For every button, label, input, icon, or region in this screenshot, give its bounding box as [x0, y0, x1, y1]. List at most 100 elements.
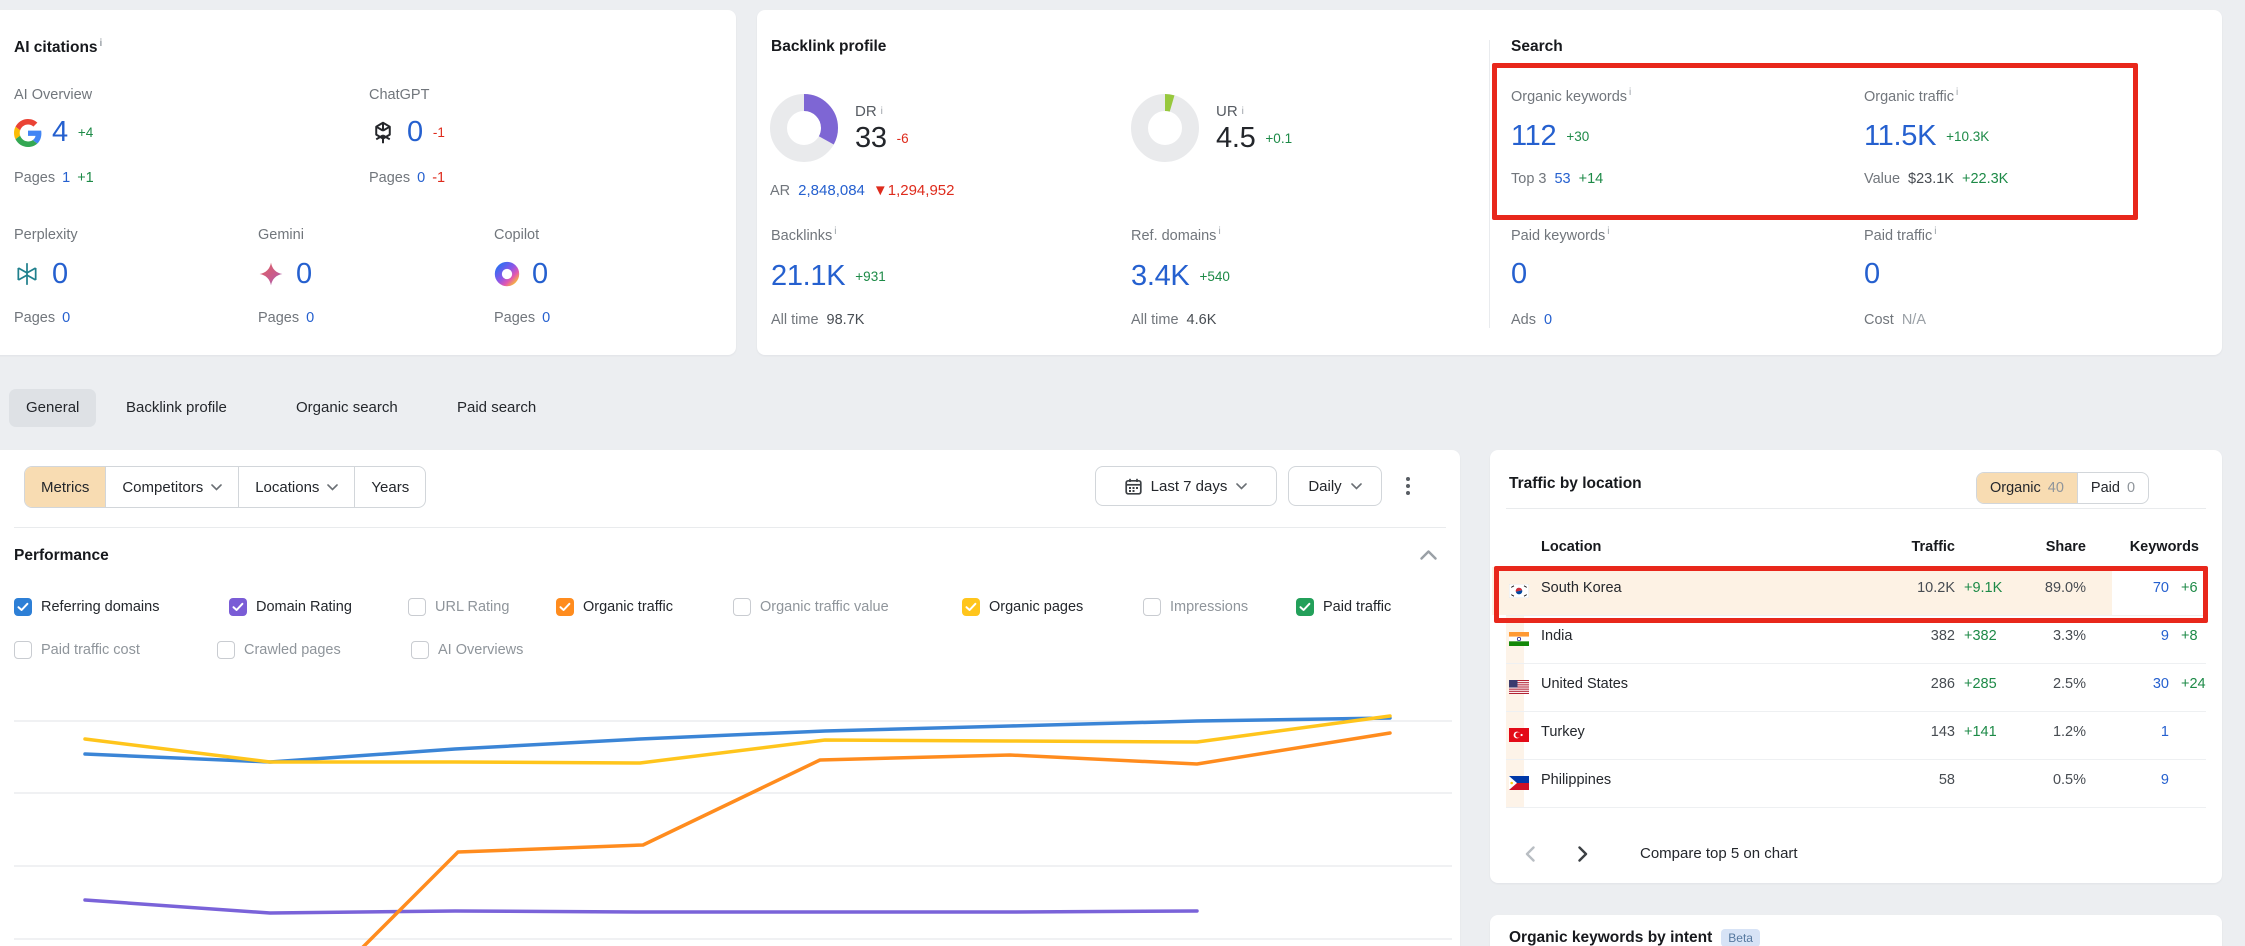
copilot-value: 0: [494, 260, 548, 289]
ur-metric: URi 4.5+0.1: [1131, 94, 1292, 162]
gemini-icon: [258, 261, 286, 289]
checkbox-box[interactable]: [733, 598, 751, 616]
intent-title: Organic keywords by intent: [1509, 929, 1712, 946]
checkbox-organic-pages[interactable]: Organic pages: [962, 596, 1083, 618]
copilot-label: Copilot: [494, 227, 539, 243]
ai-citations-card: AI citationsi AI Overview 4 +4 Pages 1 +…: [0, 10, 736, 355]
checkbox-box[interactable]: [1296, 598, 1314, 616]
date-range-button[interactable]: Last 7 days: [1095, 466, 1277, 506]
top3-line: Top 3 53 +14: [1511, 171, 1603, 187]
checkbox-paid-traffic-cost[interactable]: Paid traffic cost: [14, 639, 140, 661]
row-divider: [1506, 663, 2206, 664]
calendar-icon: [1125, 478, 1142, 495]
value-line: Value $23.1K +22.3K: [1864, 171, 2008, 187]
row-divider: [1506, 759, 2206, 760]
ar-line: AR 2,848,084 ▼1,294,952: [770, 182, 954, 199]
column-header-keywords[interactable]: Keywords: [2059, 539, 2199, 555]
checkbox-paid-traffic[interactable]: Paid traffic: [1296, 596, 1391, 618]
paid-keywords-value[interactable]: 0: [1511, 260, 1527, 289]
chevron-down-icon: [211, 484, 222, 491]
gemini-value: 0: [258, 260, 312, 289]
ref-domains-value: 3.4K +540: [1131, 262, 1230, 291]
intent-title-row: Organic keywords by intent Beta: [1509, 929, 1760, 946]
metrics-button[interactable]: Metrics: [25, 467, 106, 507]
checkbox-box[interactable]: [14, 598, 32, 616]
paid-traffic-value[interactable]: 0: [1864, 260, 1880, 289]
checkbox-url-rating[interactable]: URL Rating: [408, 596, 509, 618]
gemini-pages: Pages 0: [258, 310, 314, 326]
backlinks-alltime: All time 98.7K: [771, 312, 864, 328]
gemini-label: Gemini: [258, 227, 304, 243]
info-icon: i: [1629, 87, 1631, 98]
chevron-down-icon: [1236, 483, 1247, 490]
toggle-paid[interactable]: Paid0: [2077, 473, 2148, 503]
openai-icon: [369, 119, 397, 147]
chevron-down-icon: [1351, 483, 1362, 490]
compare-top5-link[interactable]: Compare top 5 on chart: [1640, 845, 1798, 862]
checkbox-box[interactable]: [408, 598, 426, 616]
kebab-menu-icon[interactable]: [1402, 473, 1414, 499]
checkbox-box[interactable]: [1143, 598, 1161, 616]
chevron-up-icon[interactable]: [1420, 550, 1437, 560]
backlinks-label: Backlinksi: [771, 226, 836, 244]
backlink-profile-title: Backlink profile: [771, 38, 886, 56]
checkbox-domain-rating[interactable]: Domain Rating: [229, 596, 352, 618]
dr-donut: [770, 94, 838, 162]
ur-donut: [1131, 94, 1199, 162]
panel-divider: [1506, 508, 2206, 509]
competitors-dropdown[interactable]: Competitors: [106, 467, 239, 507]
backlinks-value: 21.1K +931: [771, 262, 886, 291]
checkbox-ai-overviews[interactable]: AI Overviews: [411, 639, 523, 661]
ai-overview-label: AI Overview: [14, 87, 92, 103]
organic-keywords-label: Organic keywordsi: [1511, 87, 1631, 105]
perplexity-value: 0: [14, 260, 68, 289]
tab-paid-search[interactable]: Paid search: [457, 399, 536, 416]
flag-united-states: [1509, 680, 1529, 694]
backlink-search-card: Backlink profile DRi 33-6 AR 2,848,084 ▼…: [757, 10, 2222, 355]
checkbox-box[interactable]: [556, 598, 574, 616]
ai-overview-pages: Pages 1 +1: [14, 170, 94, 186]
checkbox-box[interactable]: [229, 598, 247, 616]
flag-india: [1509, 632, 1529, 646]
checkbox-box[interactable]: [14, 641, 32, 659]
info-icon: i: [1607, 226, 1609, 237]
checkbox-impressions[interactable]: Impressions: [1143, 596, 1248, 618]
info-icon: i: [881, 106, 883, 117]
tab-general[interactable]: General: [9, 389, 96, 427]
cost-line: Cost N/A: [1864, 312, 1926, 328]
checkbox-box[interactable]: [411, 641, 429, 659]
organic-keywords-value: 112 +30: [1511, 122, 1589, 151]
chevron-left-icon[interactable]: [1525, 846, 1535, 862]
checkbox-box[interactable]: [962, 598, 980, 616]
perplexity-label: Perplexity: [14, 227, 78, 243]
chevron-right-icon[interactable]: [1578, 846, 1588, 862]
card-divider: [1489, 40, 1490, 328]
locations-dropdown[interactable]: Locations: [239, 467, 355, 507]
organic-keywords-by-intent-card: Organic keywords by intent Beta: [1490, 915, 2222, 946]
row-divider: [1506, 807, 2206, 808]
search-title: Search: [1511, 38, 1563, 56]
checkbox-referring-domains[interactable]: Referring domains: [14, 596, 159, 618]
column-header-location[interactable]: Location: [1541, 539, 1601, 555]
toggle-organic[interactable]: Organic40: [1977, 473, 2077, 503]
traffic-by-location-card: Traffic by location Organic40 Paid0 Loca…: [1490, 450, 2222, 883]
tab-backlink-profile[interactable]: Backlink profile: [126, 399, 227, 416]
tab-organic-search[interactable]: Organic search: [296, 399, 398, 416]
chatgpt-value: 0 -1: [369, 118, 445, 147]
info-icon: i: [100, 38, 103, 49]
organic-paid-toggle: Organic40 Paid0: [1976, 472, 2149, 504]
info-icon: i: [1242, 106, 1244, 117]
years-button[interactable]: Years: [355, 467, 425, 507]
chatgpt-label: ChatGPT: [369, 87, 429, 103]
info-icon: i: [1934, 226, 1936, 237]
ref-domains-alltime: All time 4.6K: [1131, 312, 1216, 328]
organic-traffic-label: Organic traffici: [1864, 87, 1958, 105]
info-icon: i: [1218, 226, 1220, 237]
checkbox-crawled-pages[interactable]: Crawled pages: [217, 639, 341, 661]
checkbox-organic-traffic[interactable]: Organic traffic: [556, 596, 673, 618]
toolbar-divider: [14, 527, 1446, 528]
checkbox-box[interactable]: [217, 641, 235, 659]
column-header-traffic[interactable]: Traffic: [1855, 539, 1955, 555]
checkbox-organic-traffic-value[interactable]: Organic traffic value: [733, 596, 889, 618]
granularity-button[interactable]: Daily: [1288, 466, 1382, 506]
